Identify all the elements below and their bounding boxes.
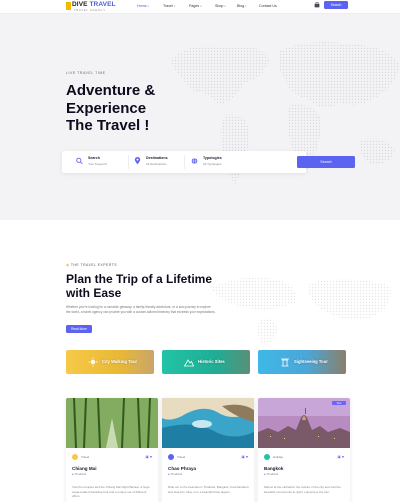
location-pin-icon — [134, 157, 141, 165]
card-meta: Travel ▣ ♥ — [72, 454, 152, 462]
section-title: Plan the Trip of a Lifetime with Ease — [66, 272, 213, 300]
destination-card[interactable]: Tour Holiday ▣ ♥ Bangkok ● Thailand Marv… — [258, 398, 350, 502]
hero-kicker: LIVE TRAVEL TIME — [66, 71, 106, 75]
temple-icon — [281, 358, 289, 367]
card-location: ● Thailand — [168, 472, 183, 476]
divider — [184, 155, 185, 169]
nav-item-travel[interactable]: Travel▾ — [163, 3, 189, 10]
nav-item-pages[interactable]: Pages▾ — [189, 3, 215, 10]
sun-icon — [88, 357, 98, 367]
category-sightseeing-tour[interactable]: Sightseeing Tour — [258, 350, 346, 374]
beach-cove-image — [162, 398, 254, 448]
read-more-button[interactable]: Read More — [66, 325, 92, 333]
mountain-icon — [184, 359, 194, 367]
logo-text: DIVE TRAVEL — [72, 1, 116, 8]
card-actions[interactable]: ▣ ♥ — [145, 455, 152, 459]
card-description: Marvel at the cathedral, the culture of … — [264, 485, 341, 494]
search-field[interactable]: Search Your Keyword — [76, 155, 136, 169]
card-location: ● Thailand — [264, 472, 279, 476]
logo-mark — [66, 2, 71, 10]
card-title[interactable]: Bangkok — [264, 466, 283, 471]
avatar — [72, 454, 78, 460]
card-title[interactable]: Chao Phraya — [168, 466, 196, 471]
cart-icon[interactable] — [314, 2, 320, 8]
destination-card[interactable]: Travel ▣ ♥ Chao Phraya ● Thailand Ride o… — [162, 398, 254, 502]
divider — [128, 155, 129, 169]
card-description: Ride out to the beaches in Thailand, Ban… — [168, 485, 249, 494]
destination-card[interactable]: Travel ▣ ♥ Chiang Mai ● Thailand Visit t… — [66, 398, 158, 502]
site-header: DIVE TRAVEL TRAVEL AGENCY Home▾ Travel▾ … — [0, 0, 400, 14]
nav-item-blog[interactable]: Blog▾ — [237, 3, 259, 10]
about-section: ◉ THE TRAVEL EXPERTS Plan the Trip of a … — [0, 220, 400, 502]
header-search-button[interactable]: Search — [324, 1, 348, 9]
main-nav: Home▾ Travel▾ Pages▾ Shop▾ Blog▾ Contact… — [137, 3, 283, 10]
section-kicker: ◉ THE TRAVEL EXPERTS — [66, 263, 118, 267]
avatar — [168, 454, 174, 460]
card-meta: Holiday ▣ ♥ — [264, 454, 344, 462]
search-button[interactable]: Search — [297, 156, 355, 168]
hero-section: LIVE TRAVEL TIME Adventure & Experience … — [0, 14, 400, 220]
nav-item-contact[interactable]: Contact Us — [259, 3, 283, 10]
typologies-field[interactable]: Typologies All Typologies — [191, 155, 249, 169]
nav-item-shop[interactable]: Shop▾ — [215, 3, 237, 10]
card-actions[interactable]: ▣ ♥ — [241, 455, 248, 459]
category-historic-sites[interactable]: Historic Sites — [162, 350, 250, 374]
card-location: ● Thailand — [72, 472, 87, 476]
globe-icon — [191, 157, 198, 165]
search-box: Search Your Keyword Destinations All Des… — [62, 151, 355, 173]
section-description: Whether you're looking for a romantic ge… — [66, 305, 216, 314]
logo[interactable]: DIVE TRAVEL TRAVEL AGENCY — [66, 1, 116, 13]
card-badge: Tour — [332, 401, 346, 405]
nav-item-home[interactable]: Home▾ — [137, 3, 163, 10]
city-skyline-image — [258, 398, 350, 448]
search-icon — [76, 157, 83, 165]
card-description: Visit the temples and the Chiang Mai Nig… — [72, 485, 150, 499]
avatar — [264, 454, 270, 460]
bamboo-forest-image — [66, 398, 158, 448]
world-map-illustration — [170, 42, 400, 185]
card-title[interactable]: Chiang Mai — [72, 466, 97, 471]
card-actions[interactable]: ▣ ♥ — [337, 455, 344, 459]
logo-subtitle: TRAVEL AGENCY — [74, 9, 106, 12]
hero-title: Adventure & Experience The Travel ! — [66, 82, 156, 134]
category-city-walking-tour[interactable]: City Walking Tour — [66, 350, 154, 374]
card-meta: Travel ▣ ♥ — [168, 454, 248, 462]
